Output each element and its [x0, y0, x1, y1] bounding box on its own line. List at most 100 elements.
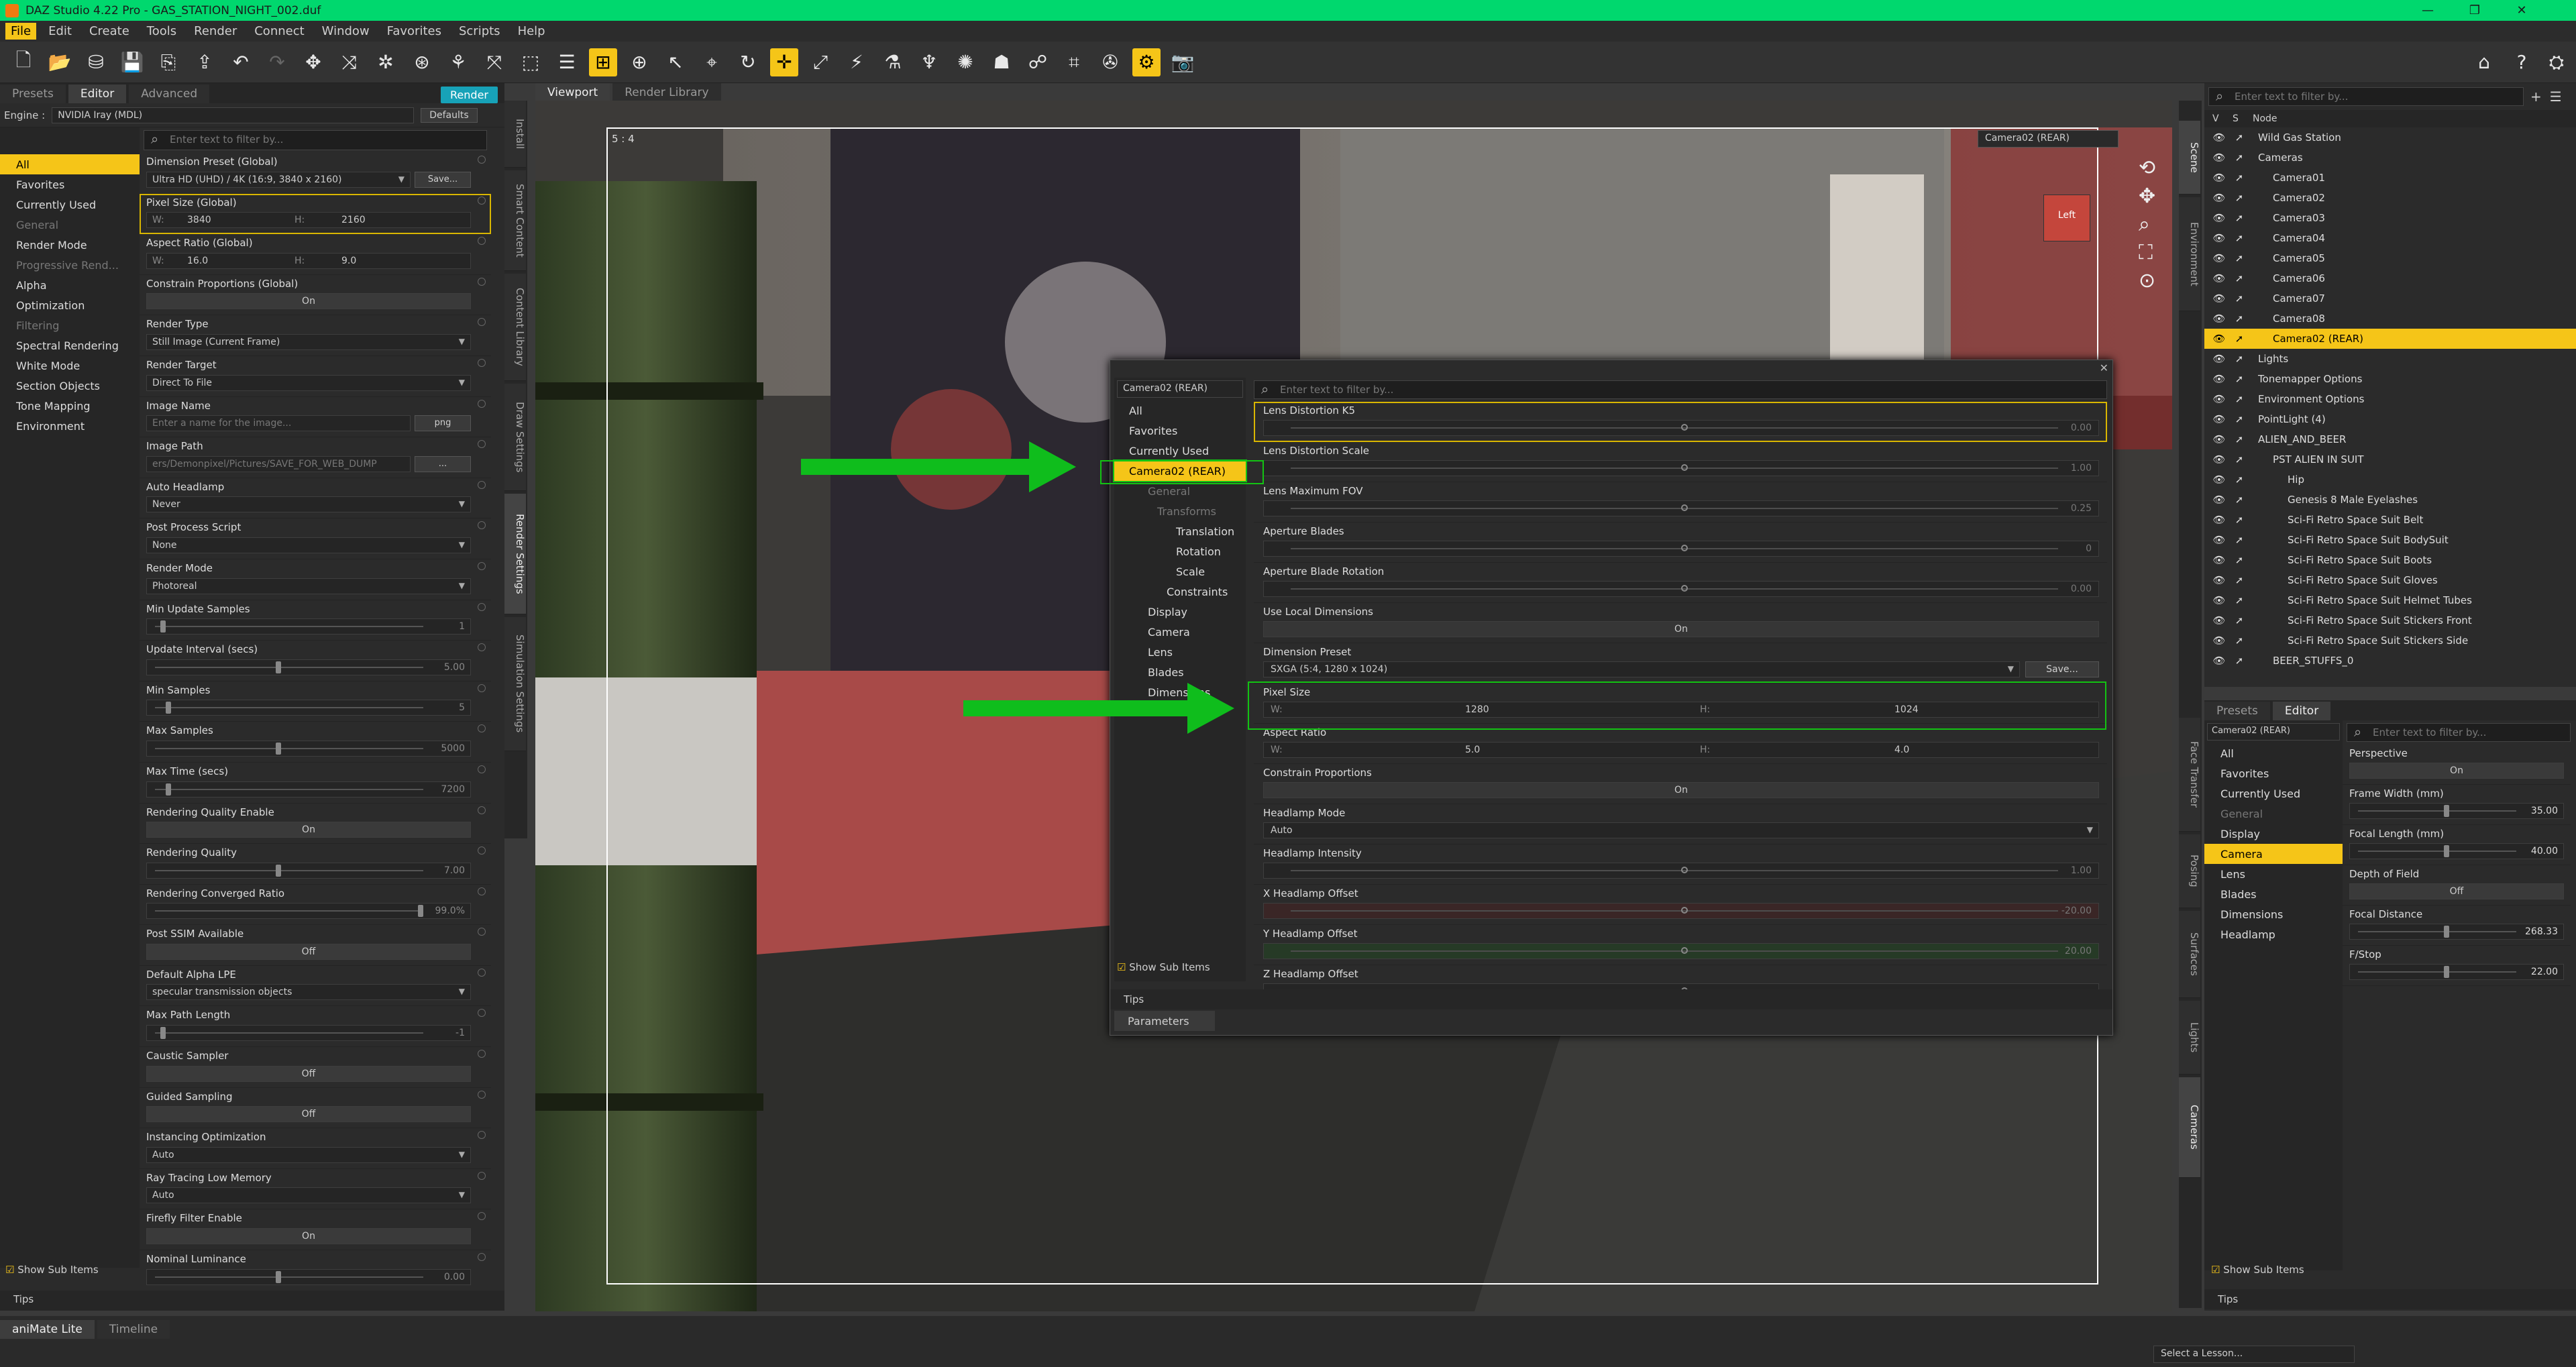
select-arrow-icon[interactable]: ➚ [2233, 373, 2246, 385]
gear-icon[interactable] [478, 765, 486, 773]
slider-value[interactable]: -1 [455, 1028, 465, 1038]
scene-node-camera06[interactable]: 👁 ➚ Camera06 [2204, 268, 2576, 288]
surface-selection-icon[interactable]: ⚗ [879, 48, 907, 76]
eye-icon[interactable]: 👁 [2212, 373, 2226, 385]
eye-icon[interactable]: 👁 [2212, 272, 2226, 284]
camera-tips-tab[interactable]: Tips [2204, 1289, 2576, 1309]
col-visible[interactable]: V [2204, 113, 2224, 124]
slider-knob[interactable] [276, 864, 281, 877]
fw-constrain-proportions-control[interactable]: On [1263, 782, 2099, 798]
fw-lens-distortion-scale-slider[interactable]: 1.00 [1263, 460, 2099, 476]
tab-editor[interactable]: Editor [2272, 702, 2331, 720]
slider-knob[interactable] [1681, 504, 1688, 511]
gear-icon[interactable] [478, 521, 486, 530]
col-selectable[interactable]: S [2224, 113, 2245, 124]
select-arrow-icon[interactable]: ➚ [2233, 635, 2246, 647]
nav-spectral-rendering[interactable]: Spectral Rendering [0, 335, 140, 356]
menu-create[interactable]: Create [84, 23, 135, 40]
render-button[interactable]: Render [441, 87, 498, 103]
scene-node-hip[interactable]: 👁 ➚ Hip [2204, 470, 2576, 490]
scene-node-genesis-8-male-eyelashes[interactable]: 👁 ➚ Genesis 8 Male Eyelashes [2204, 490, 2576, 510]
gear-icon[interactable] [478, 684, 486, 692]
tree-transforms[interactable]: Transforms [1114, 501, 1246, 521]
menu-help[interactable]: Help [513, 23, 551, 40]
gear-icon[interactable] [478, 1009, 486, 1018]
scene-node-camera08[interactable]: 👁 ➚ Camera08 [2204, 309, 2576, 329]
tree-translation[interactable]: Translation [1114, 521, 1246, 541]
prop-caustic-sampler-control[interactable]: Off [146, 1065, 471, 1082]
menu-connect[interactable]: Connect [249, 23, 309, 40]
menu-window[interactable]: Window [317, 23, 375, 40]
move-icon[interactable]: ✛ [770, 48, 798, 76]
tab-presets[interactable]: Presets [0, 85, 66, 103]
nav-filtering[interactable]: Filtering [0, 315, 140, 335]
gear-icon[interactable] [478, 1253, 486, 1262]
tab-animate-lite[interactable]: aniMate Lite [0, 1320, 95, 1339]
gear-icon[interactable] [478, 1050, 486, 1058]
prop-extra-button[interactable]: png [415, 415, 471, 432]
undo-icon[interactable]: ↶ [227, 48, 255, 76]
select-arrow-icon[interactable]: ➚ [2233, 152, 2246, 164]
scene-node-camera01[interactable]: 👁 ➚ Camera01 [2204, 168, 2576, 188]
vtab-posing[interactable]: Posing [2179, 834, 2200, 908]
select-arrow-icon[interactable]: ➚ [2233, 212, 2246, 224]
select-arrow-icon[interactable]: ➚ [2233, 333, 2246, 345]
prop-max-samples-slider[interactable]: 5000 [146, 740, 471, 757]
slider-value[interactable]: 0.00 [2071, 423, 2092, 433]
slider-knob[interactable] [166, 783, 171, 796]
vtab-install[interactable]: Install [504, 101, 526, 168]
scene-node-beer-stuffs-0[interactable]: 👁 ➚ BEER_STUFFS_0 [2204, 651, 2576, 671]
eye-icon[interactable]: 👁 [2212, 212, 2226, 224]
select-arrow-icon[interactable]: ➚ [2233, 655, 2246, 667]
prop-update-interval-secs-slider[interactable]: 5.00 [146, 659, 471, 675]
select-arrow-icon[interactable]: ➚ [2233, 413, 2246, 425]
nav-render-mode[interactable]: Render Mode [0, 235, 140, 255]
eye-icon[interactable]: 👁 [2212, 534, 2226, 546]
select-arrow-icon[interactable]: ➚ [2233, 614, 2246, 626]
left-show-sub-items[interactable]: ☑ Show Sub Items [5, 1264, 99, 1276]
vtab-simulation-settings[interactable]: Simulation Settings [504, 617, 526, 751]
slider-knob[interactable] [2444, 845, 2449, 857]
slider-value[interactable]: 20.00 [2065, 946, 2092, 956]
select-arrow-icon[interactable]: ➚ [2233, 554, 2246, 566]
slider-value[interactable]: 0.00 [444, 1272, 465, 1282]
morph-icon[interactable]: ✺ [951, 48, 979, 76]
eye-icon[interactable]: 👁 [2212, 152, 2226, 164]
fw-headlamp-intensity-slider[interactable]: 1.00 [1263, 863, 2099, 879]
prop-dimension-preset-global-control[interactable]: Ultra HD (UHD) / 4K (16:9, 3840 x 2160) [146, 171, 411, 188]
slider-value[interactable]: 35.00 [2531, 806, 2558, 816]
gear-icon[interactable] [478, 1090, 486, 1099]
select-arrow-icon[interactable]: ➚ [2233, 353, 2246, 365]
eye-icon[interactable]: 👁 [2212, 635, 2226, 647]
home-icon[interactable]: ⌂ [2470, 48, 2498, 76]
vtab-render-settings[interactable]: Render Settings [504, 494, 526, 614]
slider-value[interactable]: 22.00 [2531, 967, 2558, 977]
menu-tools[interactable]: Tools [142, 23, 182, 40]
gear-icon[interactable] [478, 196, 486, 205]
scene-node-lights[interactable]: 👁 ➚ Lights [2204, 349, 2576, 369]
fw-aspect-ratio-field[interactable]: W: 5.0 H: 4.0 [1263, 742, 2099, 758]
open-folder-icon[interactable]: 📂 [46, 48, 74, 76]
tree-favorites[interactable]: Favorites [1114, 421, 1246, 441]
slider-value[interactable]: 0 [2086, 543, 2092, 554]
gear-icon[interactable] [478, 237, 486, 245]
cam-nav-headlamp[interactable]: Headlamp [2204, 924, 2343, 944]
tree-scale[interactable]: Scale [1114, 561, 1246, 582]
prop-default-alpha-lpe-control[interactable]: specular transmission objects [146, 984, 471, 1001]
tab-timeline[interactable]: Timeline [97, 1320, 170, 1339]
floating-close-icon[interactable]: ✕ [2100, 362, 2108, 374]
prop-rendering-converged-ratio-slider[interactable]: 99.0% [146, 903, 471, 920]
viewport-mode-icon[interactable]: ⊞ [589, 48, 617, 76]
frame-icon[interactable]: ⛶ [2139, 239, 2155, 267]
vtab-smart-content[interactable]: Smart Content [504, 170, 526, 271]
slider-value[interactable]: -20.00 [2061, 906, 2092, 916]
cam-nav-currently-used[interactable]: Currently Used [2204, 783, 2343, 804]
prop-firefly-filter-enable-control[interactable]: On [146, 1228, 471, 1245]
vtab-environment[interactable]: Environment [2179, 197, 2200, 311]
menu-file[interactable]: File [5, 23, 37, 40]
eye-icon[interactable]: 👁 [2212, 393, 2226, 405]
nav-currently-used[interactable]: Currently Used [0, 195, 140, 215]
menu-favorites[interactable]: Favorites [382, 23, 447, 40]
floating-search-input[interactable]: Enter text to filter by... [1254, 380, 2107, 399]
gear-icon[interactable] [478, 887, 486, 895]
